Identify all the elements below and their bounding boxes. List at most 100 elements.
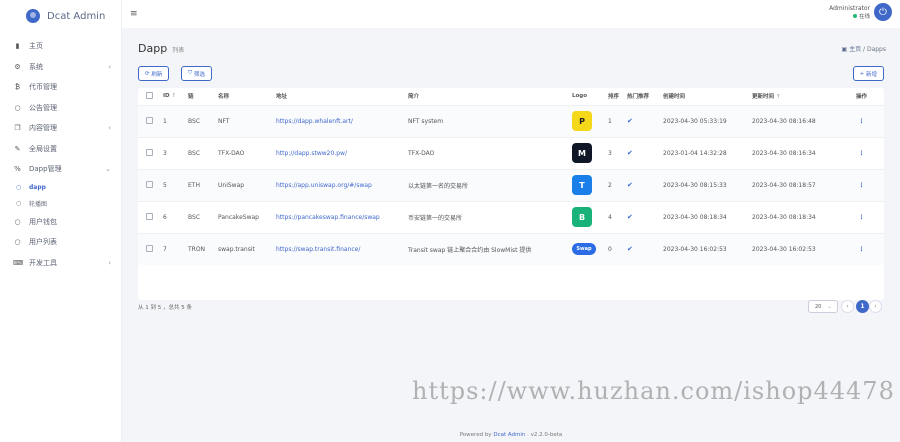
- sidebar-item-6[interactable]: % Dapp管理 ⌄: [0, 159, 121, 180]
- cell-url-link[interactable]: https://dapp.whalenft.art/: [273, 104, 405, 137]
- cell-id: 1: [160, 104, 185, 137]
- user-name: Administrator: [829, 4, 870, 12]
- row-actions-button[interactable]: ⋮: [839, 136, 884, 169]
- table-row[interactable]: 1 BSC NFT https://dapp.whalenft.art/NFT sys…: [138, 104, 884, 137]
- dapp-logo-icon[interactable]: M: [572, 143, 592, 163]
- sidebar-item-2[interactable]: ₿ 代币管理: [0, 77, 121, 98]
- sidebar-item-5[interactable]: ✎ 全局设置: [0, 139, 121, 160]
- sidebar-item-label: 主页: [29, 42, 43, 51]
- cell-sort: 0: [605, 232, 624, 265]
- cell-updated: 2023-04-30 08:18:57: [749, 168, 839, 201]
- brand-name: Dcat Admin: [47, 10, 106, 22]
- breadcrumb-home[interactable]: ▣ 主页: [841, 46, 861, 53]
- menu-toggle-icon[interactable]: ≡: [130, 9, 138, 19]
- prev-page-button[interactable]: ‹: [841, 300, 854, 313]
- cell-hot: ✔: [624, 136, 660, 169]
- bar-chart-icon: ▮: [15, 42, 20, 51]
- cell-updated: 2023-04-30 08:16:48: [749, 104, 839, 137]
- sidebar-item-3[interactable]: ○ 公告管理: [0, 98, 121, 119]
- cell-id: 5: [160, 168, 185, 201]
- table-row[interactable]: 5 ETH UniSwap https://app.uniswap.org/#/swa…: [138, 168, 884, 201]
- row-actions-button[interactable]: ⋮: [839, 104, 884, 137]
- chevron-icon: ‹: [108, 258, 111, 267]
- cell-name: NFT: [215, 104, 273, 137]
- sidebar-item-label: 系统: [29, 62, 43, 71]
- cell-url-link[interactable]: https://pancakeswap.finance/swap: [273, 200, 405, 233]
- sidebar-item-9[interactable]: ○ 用户钱包: [0, 212, 121, 233]
- next-page-button[interactable]: ›: [869, 300, 882, 313]
- footer-link[interactable]: Dcat Admin: [493, 432, 525, 438]
- dapp-logo-icon[interactable]: T: [572, 175, 592, 195]
- cell-sort: 1: [605, 104, 624, 137]
- per-page-value: 20: [815, 303, 822, 310]
- breadcrumb: ▣ 主页 / Dapps: [841, 44, 886, 53]
- sidebar-item-1[interactable]: ⚙ 系统 ‹: [0, 57, 121, 78]
- row-checkbox[interactable]: [146, 148, 153, 156]
- cell-created: 2023-04-30 05:33:19: [660, 104, 749, 137]
- dapp-logo-icon[interactable]: B: [572, 207, 592, 227]
- col-id-label: ID: [163, 93, 170, 100]
- brand[interactable]: Dcat Admin: [0, 0, 121, 32]
- circle-icon: ○: [14, 103, 21, 112]
- filter-button[interactable]: ⛉ 筛选: [181, 66, 212, 81]
- cell-url-link[interactable]: http://dapp.stww20.pw/: [273, 136, 405, 169]
- user-status-label: 在线: [858, 13, 870, 20]
- row-actions-button[interactable]: ⋮: [839, 200, 884, 233]
- row-checkbox[interactable]: [146, 244, 153, 252]
- avatar[interactable]: ⏻: [874, 3, 892, 21]
- cell-hot: ✔: [624, 168, 660, 201]
- cell-updated: 2023-04-30 08:18:34: [749, 200, 839, 233]
- dapp-logo-icon[interactable]: P: [572, 111, 592, 131]
- dapp-logo-icon[interactable]: Swap: [572, 243, 596, 256]
- brand-logo-icon: [26, 9, 40, 23]
- refresh-button[interactable]: ⟳ 刷新: [138, 66, 170, 81]
- wrench-icon: ✎: [14, 144, 21, 153]
- current-page-button[interactable]: 1: [856, 300, 869, 313]
- cell-url-link[interactable]: https://swap.transit.finance/: [273, 232, 405, 265]
- row-actions-button[interactable]: ⋮: [839, 232, 884, 265]
- sidebar-item-11[interactable]: ⌨ 开发工具 ‹: [0, 253, 121, 274]
- cell-url-link[interactable]: https://app.uniswap.org/#/swap: [273, 168, 405, 201]
- circle-icon: ○: [14, 217, 21, 226]
- select-all-checkbox[interactable]: [146, 91, 153, 99]
- per-page-select[interactable]: 20 ⌄: [808, 300, 838, 313]
- cell-hot: ✔: [624, 104, 660, 137]
- col-updated[interactable]: 更新时间 ↑: [749, 88, 839, 105]
- chevron-icon: ‹: [108, 124, 111, 133]
- sidebar-item-7[interactable]: ○ dapp: [0, 180, 121, 196]
- cell-chain: BSC: [185, 200, 215, 233]
- sidebar-item-label: Dapp管理: [29, 165, 62, 174]
- footer-prefix: Powered by: [459, 432, 492, 438]
- sidebar-item-0[interactable]: ▮ 主页: [0, 36, 121, 57]
- cell-chain: ETH: [185, 168, 215, 201]
- user-menu[interactable]: Administrator 在线 ⏻: [829, 3, 892, 21]
- table-row[interactable]: 3 BSC TFX-DAO http://dapp.stww20.pw/TFX-DAO…: [138, 136, 884, 169]
- row-checkbox[interactable]: [146, 212, 153, 220]
- col-url: 地址: [276, 94, 288, 101]
- filter-label: 筛选: [193, 71, 205, 78]
- table-row[interactable]: 6 BSC PancakeSwap https://pancakeswap.finan…: [138, 200, 884, 233]
- sidebar-item-10[interactable]: ○ 用户列表: [0, 232, 121, 253]
- col-name: 名称: [218, 94, 230, 101]
- row-checkbox[interactable]: [146, 116, 153, 124]
- sort-icon: ↑: [775, 94, 781, 101]
- row-actions-button[interactable]: ⋮: [839, 168, 884, 201]
- col-action: 操作: [855, 94, 867, 101]
- table-row[interactable]: 7 TRON swap.transit https://swap.transit.fi…: [138, 232, 884, 265]
- footer-version: · v2.2.0-beta: [527, 432, 563, 438]
- sidebar-item-4[interactable]: ❐ 内容管理 ‹: [0, 118, 121, 139]
- sidebar-item-label: 代币管理: [29, 83, 57, 92]
- row-checkbox[interactable]: [146, 180, 153, 188]
- new-button[interactable]: + 新增: [852, 66, 884, 81]
- cell-desc: 币安链第一的交易所: [405, 200, 569, 233]
- cell-created: 2023-04-30 08:18:34: [660, 200, 749, 233]
- cell-desc: NFT system: [405, 104, 569, 137]
- cell-sort: 3: [605, 136, 624, 169]
- sidebar-item-8[interactable]: ○ 轮播图: [0, 196, 121, 212]
- col-id[interactable]: ID ↑: [160, 88, 185, 105]
- user-status: 在线: [829, 12, 870, 20]
- data-table-card: ID ↑ 链 名称 地址 简介 Logo 排序 热门推荐 创建时间 更新时间 ↑…: [138, 88, 884, 300]
- col-chain: 链: [188, 94, 194, 101]
- breadcrumb-current: Dapps: [866, 46, 886, 53]
- circle-icon: ○: [16, 200, 22, 207]
